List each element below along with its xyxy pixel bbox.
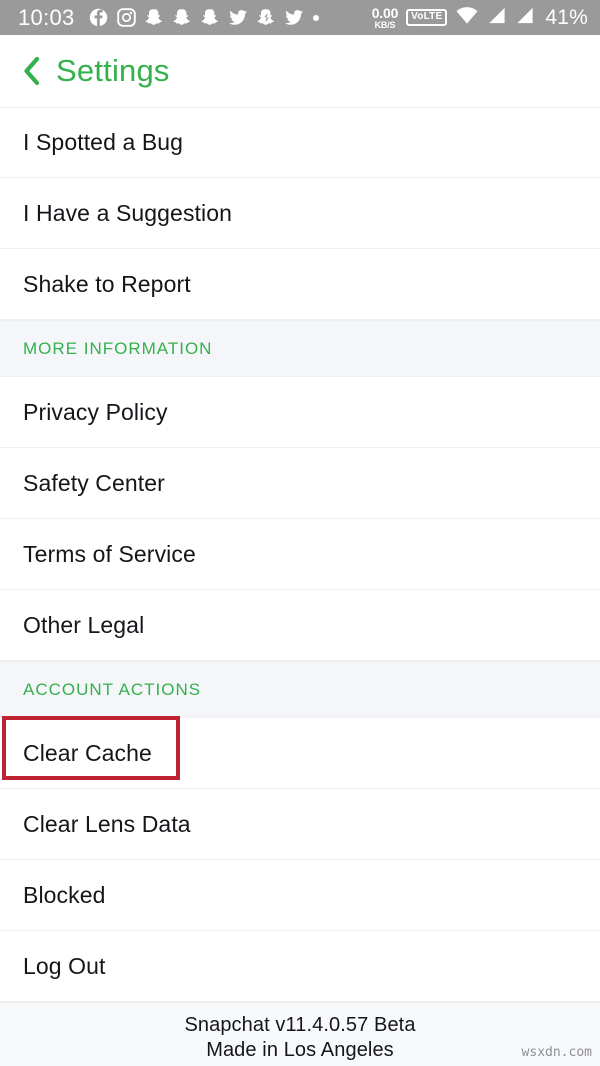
twitter-icon <box>284 8 304 27</box>
status-bar: 10:03 0.00 KB/S VoLTE 41% <box>0 0 600 35</box>
settings-row-label: I Have a Suggestion <box>23 199 233 226</box>
settings-row-shake-to-report[interactable]: Shake to Report <box>0 249 600 320</box>
wifi-icon <box>455 6 479 30</box>
instagram-icon <box>116 8 136 27</box>
page-title: Settings <box>56 53 170 88</box>
snapchat-icon <box>172 8 192 27</box>
settings-row-label: Shake to Report <box>23 270 191 297</box>
settings-section-header: ACCOUNT ACTIONS <box>0 661 600 718</box>
network-speed-indicator: 0.00 KB/S <box>371 4 399 30</box>
settings-list: I Spotted a Bug I Have a Suggestion Shake … <box>0 107 600 1002</box>
settings-row-blocked[interactable]: Blocked <box>0 860 600 931</box>
status-bar-notification-icons <box>89 8 319 27</box>
status-bar-clock: 10:03 <box>18 4 75 30</box>
twitter-icon <box>228 8 248 27</box>
status-bar-system-icons: 0.00 KB/S VoLTE 41% <box>372 6 588 30</box>
signal-icon <box>515 6 535 30</box>
snapchat-ghost-icon <box>256 8 276 27</box>
settings-row-safety-center[interactable]: Safety Center <box>0 448 600 519</box>
settings-row-label: Terms of Service <box>23 540 196 567</box>
section-header-label: ACCOUNT ACTIONS <box>23 679 202 699</box>
settings-row-clear-cache[interactable]: Clear Cache <box>0 718 600 789</box>
settings-row-log-out[interactable]: Log Out <box>0 931 600 1002</box>
dot-icon <box>312 14 319 21</box>
settings-row-label: Privacy Policy <box>23 398 168 425</box>
settings-row-privacy-policy[interactable]: Privacy Policy <box>0 377 600 448</box>
settings-row-terms-of-service[interactable]: Terms of Service <box>0 519 600 590</box>
settings-section-header: MORE INFORMATION <box>0 320 600 377</box>
chevron-left-icon[interactable] <box>18 54 44 88</box>
watermark: wsxdn.com <box>521 1045 592 1060</box>
battery-percent: 41% <box>545 5 588 29</box>
settings-row-label: Safety Center <box>23 469 165 496</box>
signal-icon <box>487 6 507 30</box>
network-speed-unit: KB/S <box>374 19 396 30</box>
settings-row-label: Other Legal <box>23 611 145 638</box>
settings-row-other-legal[interactable]: Other Legal <box>0 590 600 661</box>
snapchat-icon <box>200 8 220 27</box>
section-header-label: MORE INFORMATION <box>23 338 213 358</box>
app-version-text: Snapchat v11.4.0.57 Beta <box>184 1014 416 1036</box>
page-header: Settings <box>0 35 600 107</box>
settings-row-label: I Spotted a Bug <box>23 129 184 155</box>
settings-row-label: Clear Lens Data <box>23 810 191 837</box>
snapchat-icon <box>144 8 164 27</box>
network-speed-value: 0.00 <box>371 4 399 21</box>
settings-row-clear-lens-data[interactable]: Clear Lens Data <box>0 789 600 860</box>
settings-row-i-have-a-suggestion[interactable]: I Have a Suggestion <box>0 178 600 249</box>
settings-row-label: Blocked <box>23 881 106 908</box>
phone-screen: 10:03 0.00 KB/S VoLTE 41% Settings I Spo… <box>0 0 600 1066</box>
volte-badge: VoLTE <box>406 9 448 26</box>
settings-row-label: Clear Cache <box>23 739 152 766</box>
settings-row-i-spotted-a-bug[interactable]: I Spotted a Bug <box>0 107 600 178</box>
settings-row-label: Log Out <box>23 952 106 979</box>
app-footer: Snapchat v11.4.0.57 Beta Made in Los Ang… <box>0 1002 600 1066</box>
facebook-icon <box>89 8 108 27</box>
app-origin-text: Made in Los Angeles <box>206 1039 394 1061</box>
